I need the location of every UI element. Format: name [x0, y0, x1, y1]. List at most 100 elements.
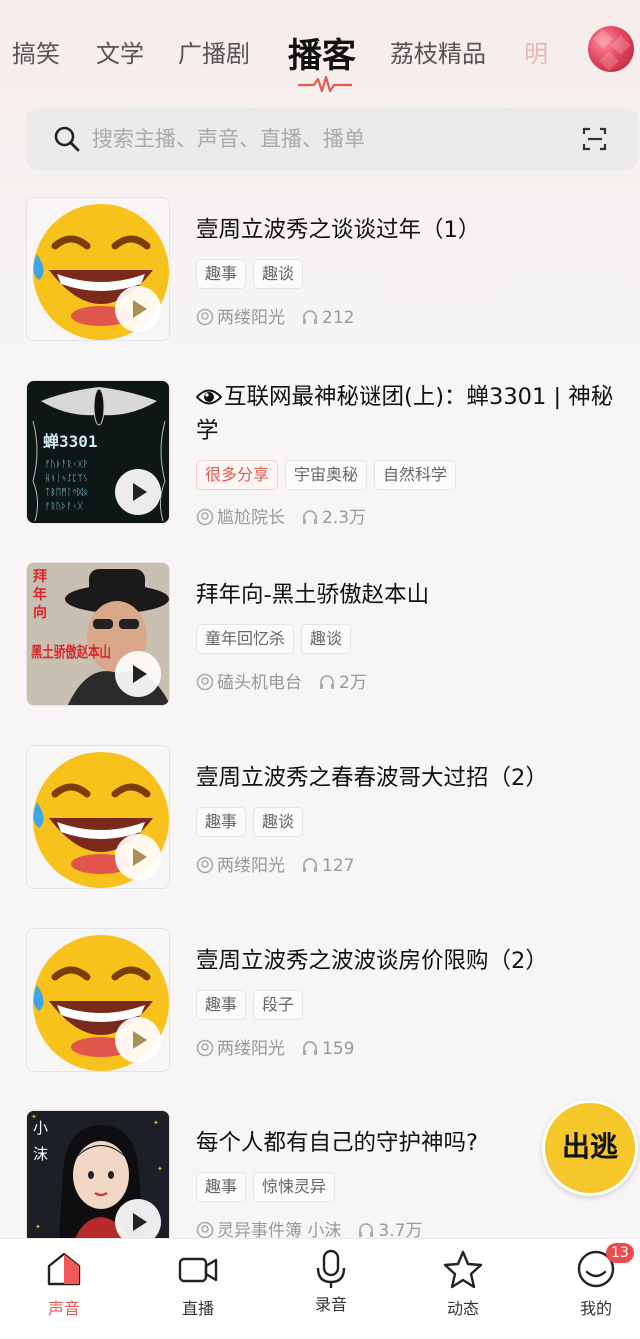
play-button[interactable] — [115, 469, 161, 515]
nav-live[interactable]: 直播 — [148, 1239, 248, 1339]
nav-sound[interactable]: 声音 — [14, 1239, 114, 1339]
scan-icon[interactable] — [582, 126, 608, 152]
tag[interactable]: 惊悚灵异 — [253, 1172, 336, 1202]
meta-row: 两缕阳光 212 — [196, 303, 354, 329]
tag-list: 趣事 趣谈 — [196, 807, 310, 837]
cover-text: 黑土骄傲赵本山 — [31, 643, 111, 661]
svg-text:小: 小 — [33, 1119, 48, 1137]
play-button[interactable] — [115, 651, 161, 697]
nav-record[interactable]: 录音 — [281, 1239, 381, 1339]
meta-row: 两缕阳光 127 — [196, 851, 354, 877]
tag[interactable]: 趣谈 — [253, 807, 304, 837]
tag[interactable]: 自然科学 — [374, 460, 457, 490]
svg-text:ᚠᚱᚢᚦᚨᚲᚷ: ᚠᚱᚢᚦᚨᚲᚷ — [45, 501, 83, 512]
tag[interactable]: 趣事 — [196, 807, 247, 837]
author-name[interactable]: 尴尬院长 — [217, 508, 285, 528]
author-name[interactable]: 两缕阳光 — [217, 1039, 285, 1059]
headphones-icon — [303, 1041, 317, 1055]
home-sound-icon — [47, 1252, 81, 1286]
author-name[interactable]: 两缕阳光 — [217, 308, 285, 328]
cover-text: 蝉3301 — [43, 432, 98, 451]
tag-list: 童年回忆杀 趣谈 — [196, 624, 358, 654]
active-tab-wave-icon — [298, 76, 352, 93]
video-camera-icon — [178, 1257, 218, 1283]
svg-text:年: 年 — [33, 586, 47, 603]
author-name[interactable]: 磕头机电台 — [217, 673, 302, 693]
search-input[interactable] — [92, 120, 562, 158]
meta-row: 磕头机电台 2万 — [196, 668, 367, 694]
user-icon — [196, 1039, 214, 1057]
svg-text:拜: 拜 — [33, 568, 47, 585]
play-button[interactable] — [115, 1017, 161, 1063]
user-icon — [196, 308, 214, 326]
nav-mine[interactable]: 13 我的 — [546, 1239, 640, 1339]
headphones-icon — [320, 675, 334, 689]
tab-more[interactable]: 明 — [524, 34, 548, 69]
tag-list: 很多分享 宇宙奥秘 自然科学 — [196, 460, 463, 490]
podcast-cover: 拜年向 黑土骄傲赵本山 — [26, 562, 170, 706]
eye-icon — [195, 389, 223, 405]
podcast-cover — [26, 197, 170, 341]
tag[interactable]: 趣事 — [196, 259, 247, 289]
tab-podcast[interactable]: 播客 — [288, 28, 356, 77]
notification-badge: 13 — [606, 1243, 634, 1263]
floating-escape-button[interactable]: 出逃 — [542, 1100, 638, 1196]
tag[interactable]: 童年回忆杀 — [196, 624, 295, 654]
user-icon — [196, 673, 214, 691]
tag[interactable]: 趣事 — [196, 1172, 247, 1202]
headphones-icon — [303, 510, 317, 524]
tab-premium[interactable]: 荔枝精品 — [390, 34, 486, 69]
podcast-cover: 蝉3301 ᚠᚢᚦᚨᚱᚲᚷᚹ ᚺᚾᛁᛃᛇᛈᛉᛊ ᛏᛒᛖᛗᛚᛜᛞᛟ ᚠᚱᚢᚦᚨᚲᚷ — [26, 380, 170, 524]
tag-hot[interactable]: 很多分享 — [196, 460, 279, 490]
star-icon — [443, 1250, 483, 1289]
user-icon — [196, 508, 214, 526]
headphones-icon — [303, 858, 317, 872]
tag-list: 趣事 惊悚灵异 — [196, 1172, 342, 1202]
tab-literature[interactable]: 文学 — [96, 34, 144, 69]
tab-radio-drama[interactable]: 广播剧 — [178, 34, 250, 69]
play-count: 2.3万 — [322, 508, 367, 528]
play-count: 212 — [322, 308, 355, 328]
nav-label: 我的 — [579, 1299, 612, 1318]
podcast-title: 壹周立波秀之谈谈过年（1） — [196, 217, 481, 243]
play-button[interactable] — [115, 834, 161, 880]
podcast-cover — [26, 745, 170, 889]
nav-feed[interactable]: 动态 — [413, 1239, 513, 1339]
podcast-cover — [26, 928, 170, 1072]
svg-text:ᚺᚾᛁᛃᛇᛈᛉᛊ: ᚺᚾᛁᛃᛇᛈᛉᛊ — [45, 473, 88, 484]
svg-text:✦: ✦ — [35, 1223, 41, 1231]
svg-text:向: 向 — [33, 604, 47, 621]
headphones-icon — [359, 1223, 374, 1237]
tag[interactable]: 宇宙奥秘 — [285, 460, 368, 490]
nav-label: 声音 — [47, 1299, 80, 1318]
podcast-title-text: 互联网最神秘谜团(上)：蝉3301 | 神秘学 — [196, 384, 614, 444]
author-name[interactable]: 两缕阳光 — [217, 856, 285, 876]
meta-row: 尴尬院长 2.3万 — [196, 503, 366, 529]
microphone-icon — [316, 1249, 346, 1288]
nav-label: 录音 — [314, 1295, 347, 1314]
tag[interactable]: 段子 — [253, 990, 304, 1020]
tag[interactable]: 趣谈 — [301, 624, 352, 654]
profile-avatar[interactable] — [588, 26, 634, 72]
meta-row: 两缕阳光 159 — [196, 1034, 354, 1060]
podcast-cover: ✦ ✦ ✦ ✦ 小 沫 — [26, 1110, 170, 1254]
tab-funny[interactable]: 搞笑 — [12, 34, 60, 69]
tag[interactable]: 趣事 — [196, 990, 247, 1020]
tag-list: 趣事 趣谈 — [196, 259, 310, 289]
play-count: 127 — [322, 856, 355, 876]
play-count: 2万 — [339, 673, 367, 693]
user-icon — [196, 856, 214, 874]
svg-text:✦: ✦ — [153, 1119, 159, 1127]
user-icon — [196, 1221, 214, 1239]
podcast-title: 拜年向-黑土骄傲赵本山 — [196, 582, 430, 608]
tag-list: 趣事 段子 — [196, 990, 310, 1020]
podcast-title: 壹周立波秀之波波谈房价限购（2） — [196, 948, 548, 974]
search-icon — [54, 126, 80, 152]
nav-label: 直播 — [181, 1299, 214, 1318]
svg-text:✦: ✦ — [157, 1165, 163, 1173]
play-button[interactable] — [115, 286, 161, 332]
svg-text:ᚠᚢᚦᚨᚱᚲᚷᚹ: ᚠᚢᚦᚨᚱᚲᚷᚹ — [45, 459, 88, 470]
bottom-navigation: 声音 直播 录音 动态 13 我的 — [0, 1238, 640, 1339]
tag[interactable]: 趣谈 — [253, 259, 304, 289]
headphones-icon — [303, 310, 317, 324]
